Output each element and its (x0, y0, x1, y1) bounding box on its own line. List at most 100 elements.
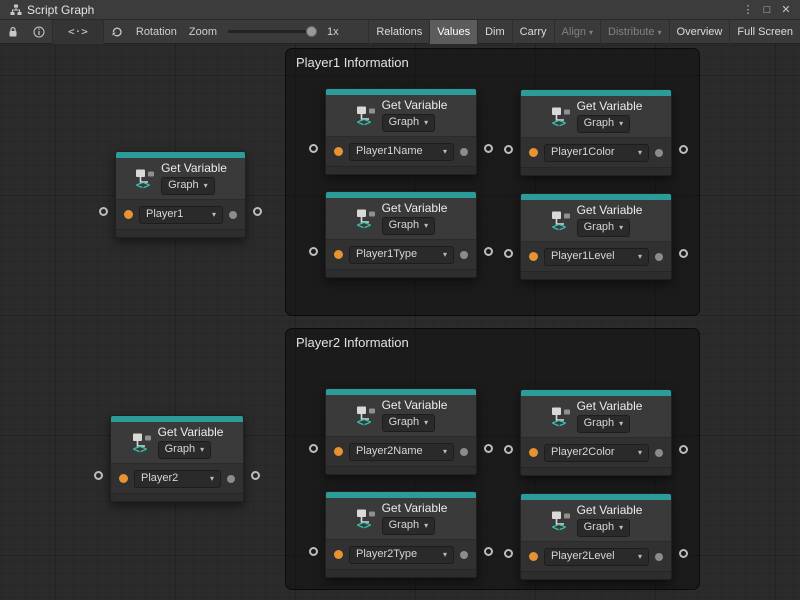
toolbar-button-label: Align (562, 26, 586, 38)
output-port[interactable] (679, 145, 688, 154)
scope-dropdown[interactable]: Graph ▾ (382, 517, 436, 535)
output-port[interactable] (484, 444, 493, 453)
toolbar-button-dim[interactable]: Dim (477, 20, 512, 44)
rotation-label: Rotation (136, 26, 177, 38)
value-ports-button[interactable]: <·> (53, 20, 103, 44)
output-port[interactable] (679, 549, 688, 558)
chevron-down-icon: ▾ (638, 250, 642, 263)
rotation-icon (104, 20, 130, 44)
input-port[interactable] (309, 144, 318, 153)
chevron-down-icon: ▾ (443, 445, 447, 458)
variable-dropdown[interactable]: Player2Name ▾ (349, 443, 454, 461)
scope-dropdown[interactable]: Graph ▾ (382, 217, 436, 235)
variable-dropdown[interactable]: Player1Type ▾ (349, 246, 454, 264)
scope-label: Graph (584, 417, 615, 430)
get-variable-node[interactable]: <> Get Variable Graph ▾ Player2Color ▾ (520, 389, 672, 476)
toolbar-button-relations[interactable]: Relations (368, 20, 429, 44)
output-port[interactable] (484, 247, 493, 256)
input-port[interactable] (504, 549, 513, 558)
chevron-down-icon: ▾ (424, 416, 428, 429)
scope-dropdown[interactable]: Graph ▾ (577, 415, 631, 433)
toolbar-button-values[interactable]: Values (429, 20, 477, 44)
output-port[interactable] (484, 144, 493, 153)
toolbar-button-full-screen[interactable]: Full Screen (729, 20, 800, 44)
get-variable-node[interactable]: <> Get Variable Graph ▾ Player1 ▾ (115, 151, 246, 238)
input-port[interactable] (504, 445, 513, 454)
input-port[interactable] (99, 207, 108, 216)
svg-text:<>: <> (132, 442, 146, 454)
value-port-dot[interactable] (529, 448, 538, 457)
value-port-dot[interactable] (124, 210, 133, 219)
value-port-dot[interactable] (529, 552, 538, 561)
output-port[interactable] (484, 547, 493, 556)
scope-label: Graph (389, 519, 420, 532)
scope-dropdown[interactable]: Graph ▾ (158, 441, 212, 459)
info-icon[interactable] (26, 20, 52, 44)
value-port-dot[interactable] (529, 252, 538, 261)
variable-dropdown[interactable]: Player2Type ▾ (349, 546, 454, 564)
value-port-dot[interactable] (119, 474, 128, 483)
toolbar-button-carry[interactable]: Carry (512, 20, 554, 44)
input-port[interactable] (309, 444, 318, 453)
input-port[interactable] (504, 249, 513, 258)
output-port[interactable] (253, 207, 262, 216)
toolbar-button-align: Align▾ (554, 20, 600, 44)
toolbar-button-overview[interactable]: Overview (669, 20, 730, 44)
scope-dropdown[interactable]: Graph ▾ (161, 177, 215, 195)
output-port[interactable] (679, 249, 688, 258)
chevron-down-icon: ▾ (443, 248, 447, 261)
maximize-icon[interactable]: □ (759, 4, 775, 16)
close-icon[interactable]: ✕ (778, 3, 794, 16)
variable-dropdown[interactable]: Player2 ▾ (134, 470, 221, 488)
input-port[interactable] (504, 145, 513, 154)
lock-icon[interactable] (0, 20, 26, 44)
chevron-down-icon: ▾ (212, 208, 216, 221)
input-port[interactable] (309, 547, 318, 556)
value-port-dot[interactable] (334, 147, 343, 156)
variable-dropdown[interactable]: Player1Color ▾ (544, 144, 649, 162)
default-value-dot (655, 253, 663, 261)
variable-dropdown[interactable]: Player1 ▾ (139, 206, 223, 224)
kebab-menu-icon[interactable]: ⋮ (740, 3, 756, 16)
chevron-down-icon: ▾ (619, 117, 623, 130)
chevron-down-icon: ▾ (443, 145, 447, 158)
scope-dropdown[interactable]: Graph ▾ (382, 414, 436, 432)
scope-dropdown[interactable]: Graph ▾ (577, 115, 631, 133)
value-port-dot[interactable] (334, 550, 343, 559)
get-variable-node[interactable]: <> Get Variable Graph ▾ Player1Name ▾ (325, 88, 477, 175)
scope-dropdown[interactable]: Graph ▾ (577, 219, 631, 237)
variable-dropdown[interactable]: Player2Level ▾ (544, 548, 649, 566)
value-port-dot[interactable] (334, 447, 343, 456)
input-port[interactable] (94, 471, 103, 480)
variable-name: Player1Type (356, 248, 417, 261)
output-port[interactable] (251, 471, 260, 480)
get-variable-node[interactable]: <> Get Variable Graph ▾ Player2 ▾ (110, 415, 244, 502)
default-value-dot (227, 475, 235, 483)
node-port-row: Player1Name ▾ (326, 136, 476, 166)
get-variable-node[interactable]: <> Get Variable Graph ▾ Player2Type ▾ (325, 491, 477, 578)
get-variable-node[interactable]: <> Get Variable Graph ▾ Player1Color ▾ (520, 89, 672, 176)
variable-dropdown[interactable]: Player2Color ▾ (544, 444, 649, 462)
variable-dropdown[interactable]: Player1Level ▾ (544, 248, 649, 266)
get-variable-node[interactable]: <> Get Variable Graph ▾ Player1Type ▾ (325, 191, 477, 278)
get-variable-node[interactable]: <> Get Variable Graph ▾ Player2Name ▾ (325, 388, 477, 475)
zoom-slider[interactable] (228, 30, 316, 33)
get-variable-node[interactable]: <> Get Variable Graph ▾ Player1Level ▾ (520, 193, 672, 280)
default-value-dot (460, 251, 468, 259)
script-graph-tab[interactable]: Script Graph (6, 0, 98, 19)
get-variable-node[interactable]: <> Get Variable Graph ▾ Player2Level ▾ (520, 493, 672, 580)
scope-dropdown[interactable]: Graph ▾ (577, 519, 631, 537)
node-footer (116, 229, 245, 237)
value-port-dot[interactable] (334, 250, 343, 259)
variable-name: Player2Name (356, 445, 423, 458)
scope-dropdown[interactable]: Graph ▾ (382, 114, 436, 132)
value-port-dot[interactable] (529, 148, 538, 157)
scope-label: Graph (584, 117, 615, 130)
zoom-slider-handle[interactable] (306, 26, 317, 37)
variable-dropdown[interactable]: Player1Name ▾ (349, 143, 454, 161)
graph-canvas[interactable]: Player1 Information Player2 Information … (0, 44, 800, 600)
input-port[interactable] (309, 247, 318, 256)
toolbar-button-label: Distribute (608, 26, 654, 38)
node-footer (521, 271, 671, 279)
output-port[interactable] (679, 445, 688, 454)
